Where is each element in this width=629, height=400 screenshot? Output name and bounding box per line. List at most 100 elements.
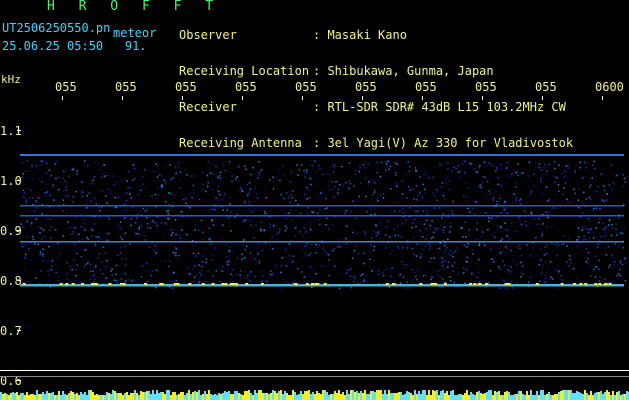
noise-pixel xyxy=(168,206,171,209)
carrier-trace xyxy=(20,241,624,243)
noise-pixel xyxy=(251,211,253,213)
noise-pixel xyxy=(22,195,25,197)
noise-pixel xyxy=(189,207,191,209)
noise-pixel xyxy=(139,210,141,212)
noise-pixel xyxy=(292,190,294,192)
noise-pixel xyxy=(503,280,505,282)
noise-pixel xyxy=(387,220,389,222)
noise-pixel xyxy=(593,270,595,272)
noise-pixel xyxy=(82,257,85,260)
noise-pixel xyxy=(466,200,468,202)
bottom-bar-segment xyxy=(270,393,272,400)
noise-pixel xyxy=(76,252,78,255)
noise-pixel xyxy=(285,217,287,220)
noise-pixel xyxy=(310,244,312,246)
noise-pixel xyxy=(602,228,604,231)
bottom-bar-segment xyxy=(368,394,370,400)
noise-pixel xyxy=(163,179,165,181)
noise-pixel xyxy=(586,263,589,265)
noise-pixel xyxy=(51,269,54,272)
noise-pixel xyxy=(26,220,28,223)
noise-pixel xyxy=(478,166,480,169)
bottom-bar-segment xyxy=(22,393,24,400)
noise-pixel xyxy=(484,244,486,247)
bottom-bar-segment xyxy=(614,395,616,400)
noise-pixel xyxy=(81,191,84,193)
noise-pixel xyxy=(526,244,528,246)
noise-pixel xyxy=(195,224,197,226)
noise-pixel xyxy=(585,198,587,200)
bottom-bar-segment xyxy=(38,394,40,400)
noise-pixel xyxy=(138,228,140,230)
noise-pixel xyxy=(415,210,417,213)
noise-pixel xyxy=(445,249,447,251)
y-tick-mark xyxy=(17,280,21,281)
noise-pixel xyxy=(619,274,621,277)
noise-pixel xyxy=(540,170,542,172)
noise-pixel xyxy=(397,234,400,236)
bottom-bar-segment xyxy=(148,391,150,400)
noise-pixel xyxy=(151,194,153,197)
noise-pixel xyxy=(42,248,44,250)
noise-pixel xyxy=(455,250,457,252)
bottom-bar-segment xyxy=(264,393,266,400)
noise-pixel xyxy=(412,222,414,225)
noise-pixel xyxy=(499,252,502,254)
noise-pixel xyxy=(519,247,521,249)
noise-pixel xyxy=(115,273,117,275)
noise-pixel xyxy=(168,218,170,220)
noise-pixel xyxy=(568,265,570,267)
noise-pixel xyxy=(527,175,530,177)
bottom-bar-segment xyxy=(324,390,326,400)
noise-pixel xyxy=(197,252,200,255)
noise-pixel xyxy=(222,224,224,226)
noise-pixel xyxy=(544,246,546,249)
noise-pixel xyxy=(573,188,575,191)
noise-pixel xyxy=(120,246,123,249)
noise-pixel xyxy=(589,180,591,182)
noise-pixel xyxy=(304,253,307,256)
noise-pixel xyxy=(338,287,341,290)
bottom-bar-segment xyxy=(248,390,250,400)
noise-pixel xyxy=(25,201,27,203)
noise-pixel xyxy=(345,272,348,274)
noise-pixel xyxy=(48,218,51,220)
noise-pixel xyxy=(441,217,443,219)
noise-pixel xyxy=(297,174,299,176)
noise-pixel xyxy=(268,222,271,225)
noise-pixel xyxy=(577,199,579,201)
noise-pixel xyxy=(239,189,241,191)
noise-pixel xyxy=(591,177,593,179)
noise-pixel xyxy=(228,260,230,262)
noise-pixel xyxy=(511,259,514,261)
bottom-bar-segment xyxy=(418,391,420,400)
noise-pixel xyxy=(68,175,70,177)
noise-pixel xyxy=(517,163,519,165)
noise-pixel xyxy=(611,254,613,256)
noise-pixel xyxy=(412,279,414,281)
bottom-bar-segment xyxy=(312,392,314,400)
noise-pixel xyxy=(148,246,151,249)
noise-pixel xyxy=(331,224,334,226)
bottom-bar-segment xyxy=(294,392,296,400)
noise-pixel xyxy=(447,168,449,170)
noise-pixel xyxy=(175,165,177,168)
noise-pixel xyxy=(272,176,274,178)
noise-pixel xyxy=(113,184,116,186)
noise-pixel xyxy=(499,226,502,228)
noise-pixel xyxy=(623,227,626,230)
noise-pixel xyxy=(328,259,330,261)
noise-pixel xyxy=(501,238,503,240)
noise-pixel xyxy=(385,226,388,228)
noise-pixel xyxy=(544,200,547,203)
noise-pixel xyxy=(258,206,261,209)
noise-pixel xyxy=(358,170,361,173)
noise-pixel xyxy=(320,192,322,195)
noise-pixel xyxy=(253,237,255,239)
noise-pixel xyxy=(304,245,306,248)
noise-pixel xyxy=(399,210,401,212)
noise-pixel xyxy=(416,243,418,245)
bottom-bar-segment xyxy=(70,391,72,400)
noise-pixel xyxy=(490,218,492,220)
noise-pixel xyxy=(230,273,232,275)
